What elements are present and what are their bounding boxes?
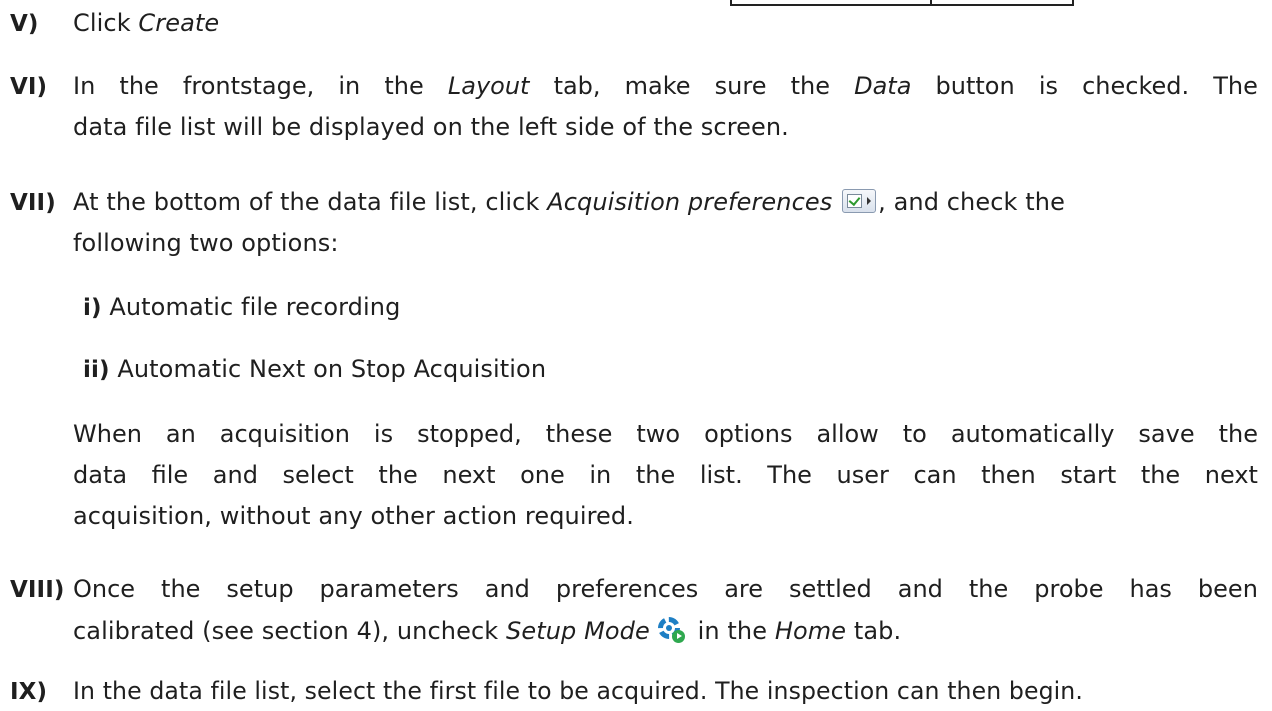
word: IX) — [10, 679, 48, 705]
word: is — [373, 420, 394, 448]
word: the — [635, 461, 676, 489]
word: and — [212, 461, 258, 489]
word: probe — [1034, 575, 1104, 603]
word: automatically — [950, 420, 1115, 448]
word: preferences — [555, 575, 699, 603]
word: VI) — [10, 74, 48, 100]
setup-mode-icon — [657, 617, 685, 643]
word: an — [165, 420, 196, 448]
step-vii-line1: At the bottom of the data file list, cli… — [73, 185, 1065, 219]
word: At the bottom of the data file list, cli… — [73, 188, 548, 216]
word: and — [897, 575, 943, 603]
step-vi-number: VI) — [10, 69, 47, 104]
step-viii-line2: calibrated (see section 4), uncheck Setu… — [73, 614, 901, 648]
para-line1: When an acquisition is stopped, these two optio… — [73, 417, 1258, 451]
word: next — [1204, 461, 1258, 489]
step-vi-line2: data file list will be displayed on the … — [73, 113, 789, 141]
word: VIII) — [10, 577, 65, 603]
word: ii) — [83, 357, 110, 383]
word: user — [836, 461, 889, 489]
word: Setup Mode — [506, 617, 650, 645]
word: the — [790, 72, 830, 100]
word: When — [73, 420, 142, 448]
word: the — [968, 575, 1009, 603]
word: tab, — [553, 72, 601, 100]
word: Home — [774, 617, 847, 645]
step-ix-text: In the data file list, select the first … — [73, 677, 1083, 705]
word: tab. — [846, 617, 902, 645]
word: data — [73, 461, 128, 489]
step-vii-line2: following two options: — [73, 229, 339, 257]
word: in — [589, 461, 612, 489]
word: has — [1129, 575, 1172, 603]
word: V) — [10, 11, 39, 37]
step-v-text: Click Create — [73, 6, 219, 40]
word: to — [902, 420, 927, 448]
step-ix-number: IX) — [10, 674, 47, 709]
word: The — [767, 461, 812, 489]
word: in — [338, 72, 361, 100]
acquisition-preferences-icon — [842, 189, 877, 213]
step-viii-number: VIII) — [10, 572, 65, 607]
word: stopped, — [417, 420, 522, 448]
word: In — [73, 72, 96, 100]
word: button — [935, 72, 1015, 100]
word: one — [520, 461, 565, 489]
para-line3: acquisition, without any other action re… — [73, 502, 634, 530]
word: options — [704, 420, 793, 448]
word: Once — [73, 575, 136, 603]
word: save — [1138, 420, 1195, 448]
create-term: Create — [138, 9, 220, 37]
word: these — [545, 420, 613, 448]
word: in the — [689, 617, 775, 645]
word: the — [378, 461, 418, 489]
word: Automatic file recording — [101, 293, 401, 321]
word: next — [442, 461, 496, 489]
word: start — [1060, 461, 1117, 489]
option-ii: ii) Automatic Next on Stop Acquisition — [83, 352, 546, 387]
word: calibrated (see section 4), uncheck — [73, 617, 506, 645]
word: the — [1140, 461, 1181, 489]
word: select — [282, 461, 354, 489]
word: parameters — [319, 575, 459, 603]
word: setup — [226, 575, 294, 603]
step-vii-number: VII) — [10, 185, 56, 220]
word: the — [1218, 420, 1258, 448]
word: , and check the — [878, 188, 1065, 216]
word: two — [636, 420, 681, 448]
word: list. — [699, 461, 743, 489]
word: then — [981, 461, 1036, 489]
word: frontstage, — [182, 72, 315, 100]
step-vi-line1: In the frontstage, in the Layout tab, make sure t… — [73, 69, 1258, 103]
word: the — [161, 575, 201, 603]
para-line2: data file and select the next one in the list. The… — [73, 458, 1258, 492]
word: checked. — [1082, 72, 1190, 100]
word: Layout — [447, 72, 530, 100]
word: can — [913, 461, 957, 489]
word: settled — [789, 575, 872, 603]
word: the — [119, 72, 159, 100]
table-bottom-edge — [730, 0, 1074, 6]
step-viii-line1: Once the setup parameters and preferences are s… — [73, 572, 1258, 606]
word: i) — [83, 295, 102, 321]
word: VII) — [10, 190, 56, 216]
word: is — [1038, 72, 1058, 100]
word: allow — [816, 420, 879, 448]
word: Automatic Next on Stop Acquisition — [109, 355, 547, 383]
word: been — [1197, 575, 1258, 603]
option-i: i) Automatic file recording — [83, 290, 400, 325]
word: Acquisition preferences — [547, 188, 833, 216]
word: are — [724, 575, 764, 603]
word: acquisition — [219, 420, 350, 448]
step-v: V) — [10, 6, 39, 41]
word: Data — [854, 72, 912, 100]
word: the — [384, 72, 424, 100]
word: Click — [73, 9, 139, 37]
word: sure — [714, 72, 767, 100]
word: and — [484, 575, 530, 603]
word: file — [151, 461, 189, 489]
word: The — [1213, 72, 1258, 100]
word: make — [624, 72, 691, 100]
